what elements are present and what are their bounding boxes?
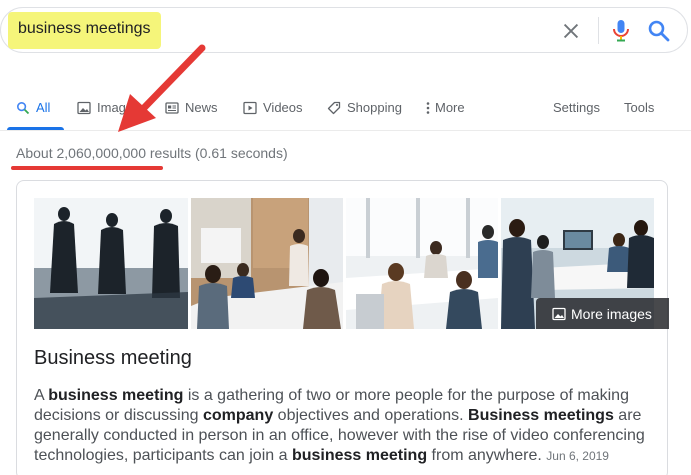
tab-label: Shopping — [347, 100, 402, 115]
tab-label: All — [36, 100, 51, 115]
annotation-underline — [11, 166, 163, 170]
image-thumbnail[interactable] — [191, 198, 343, 329]
microphone-icon[interactable] — [609, 18, 633, 44]
description-keyword: company — [202, 407, 274, 424]
description-date: Jun 6, 2019 — [546, 449, 609, 463]
description-text: from anywhere. — [427, 447, 542, 464]
search-icon — [16, 101, 30, 115]
tab-more[interactable]: More — [424, 96, 465, 130]
tab-videos[interactable]: Videos — [243, 96, 303, 130]
tabs-divider — [0, 130, 691, 131]
more-vert-icon — [424, 101, 432, 115]
result-stats: About 2,060,000,000 results (0.61 second… — [16, 145, 288, 161]
card-title: Business meeting — [34, 347, 192, 369]
clear-icon[interactable] — [560, 20, 582, 42]
image-thumbnail[interactable] — [34, 198, 188, 329]
search-input[interactable]: business meetings — [18, 20, 151, 38]
description-keyword: business meeting — [291, 447, 428, 464]
card-description: A business meeting is a gathering of two… — [34, 386, 654, 466]
image-strip: More images — [34, 198, 669, 329]
tab-shopping[interactable]: Shopping — [327, 96, 402, 130]
video-icon — [243, 101, 257, 115]
search-icon[interactable] — [646, 18, 672, 44]
more-images-button[interactable]: More images — [536, 298, 669, 329]
image-icon — [77, 101, 91, 115]
description-text: objectives and operations. — [273, 407, 469, 424]
tag-icon — [327, 101, 341, 115]
image-icon — [552, 307, 566, 321]
settings-label: Settings — [553, 100, 600, 115]
settings-link[interactable]: Settings — [553, 96, 600, 130]
annotation-arrow — [118, 44, 206, 132]
more-images-label: More images — [571, 305, 652, 322]
description-keyword: business meeting — [48, 387, 184, 404]
search-bar-divider — [598, 17, 599, 44]
image-thumbnail[interactable] — [346, 198, 498, 329]
search-tabs: All Images News Videos Shopping More Set… — [0, 96, 691, 130]
tab-label: Videos — [263, 100, 303, 115]
tools-label: Tools — [624, 100, 655, 115]
tools-link[interactable]: Tools — [624, 96, 654, 130]
search-bar[interactable]: business meetings — [0, 7, 688, 53]
knowledge-card: More images Business meeting A business … — [16, 180, 669, 475]
description-text: A — [34, 387, 49, 404]
tab-label: More — [435, 100, 465, 115]
tab-all[interactable]: All — [16, 96, 50, 130]
description-keyword: Business meetings — [468, 407, 614, 424]
